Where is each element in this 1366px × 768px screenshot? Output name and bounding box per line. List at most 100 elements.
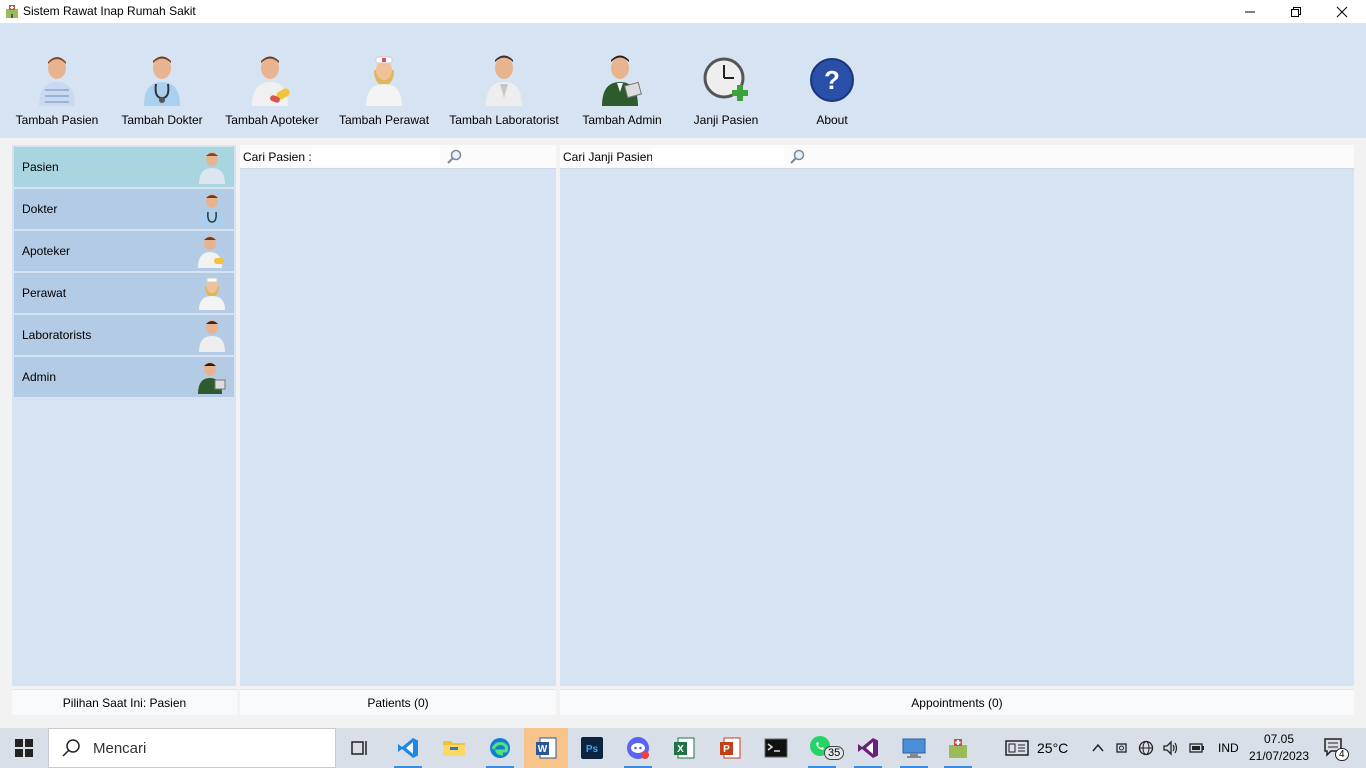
add-pharmacist-button[interactable]: Tambah Apoteker: [225, 53, 319, 133]
add-admin-label: Tambah Admin: [582, 113, 662, 127]
sidebar-item-perawat[interactable]: Perawat: [14, 273, 234, 313]
category-sidebar: Pasien Dokter Apoteker Perawat Laborator…: [12, 145, 236, 686]
add-laboratorist-button[interactable]: Tambah Laboratorist: [449, 53, 559, 133]
nurse-icon: [199, 277, 225, 310]
add-nurse-button[interactable]: Tambah Perawat: [339, 53, 429, 133]
appointment-search-input[interactable]: [652, 148, 784, 165]
windows-logo-icon: [15, 739, 33, 757]
laboratorist-icon: [199, 320, 225, 352]
taskbar-whatsapp[interactable]: 35: [800, 728, 845, 768]
sidebar-item-label: Perawat: [22, 286, 67, 300]
close-button[interactable]: [1319, 0, 1365, 23]
sidebar-item-label: Apoteker: [22, 244, 71, 258]
taskbar-file-explorer[interactable]: [432, 728, 476, 768]
restore-icon: [1291, 6, 1301, 17]
current-selection-status: Pilihan Saat Ini: Pasien: [12, 689, 237, 715]
powerpoint-icon: P: [720, 737, 741, 759]
vscode-icon: [398, 738, 418, 758]
sidebar-item-admin[interactable]: Admin: [14, 357, 234, 397]
restore-button[interactable]: [1273, 0, 1319, 23]
nurse-icon: [359, 53, 409, 107]
search-icon[interactable]: [446, 149, 462, 165]
pharmacist-icon: [247, 53, 297, 107]
sidebar-item-label: Dokter: [22, 202, 58, 216]
visual-studio-icon: [858, 738, 878, 758]
add-admin-button[interactable]: Tambah Admin: [582, 53, 662, 133]
svg-text:X: X: [677, 744, 684, 755]
taskbar-search-box[interactable]: Mencari: [48, 728, 336, 768]
notification-center-button[interactable]: 4: [1322, 728, 1349, 768]
search-icon: [62, 739, 80, 757]
input-language[interactable]: IND: [1218, 741, 1239, 755]
taskbar-vscode[interactable]: [386, 728, 430, 768]
taskbar-terminal[interactable]: [754, 728, 798, 768]
patient-search-label: Cari Pasien :: [243, 150, 312, 164]
doctor-icon: [199, 194, 225, 226]
window-title: Sistem Rawat Inap Rumah Sakit: [23, 4, 196, 18]
sidebar-item-apoteker[interactable]: Apoteker: [14, 231, 234, 271]
photoshop-icon: Ps: [581, 737, 603, 759]
patient-search-input[interactable]: [312, 148, 440, 165]
task-view-button[interactable]: [338, 728, 382, 768]
network-globe-icon[interactable]: [1138, 740, 1154, 756]
battery-icon[interactable]: [1188, 740, 1206, 756]
svg-text:?: ?: [824, 65, 840, 95]
patient-appointment-button[interactable]: Janji Pasien: [694, 53, 758, 133]
clock-time: 07.05: [1263, 732, 1295, 746]
taskbar-hospital-app[interactable]: [936, 728, 980, 768]
add-patient-button[interactable]: Tambah Pasien: [16, 53, 98, 133]
main-toolbar: Tambah Pasien Tambah Dokter Tambah Apote…: [0, 23, 1366, 138]
add-patient-label: Tambah Pasien: [15, 113, 99, 127]
word-icon: W: [536, 737, 557, 759]
patients-count-status: Patients (0): [240, 689, 556, 715]
chevron-up-icon[interactable]: [1090, 740, 1106, 756]
edge-icon: [490, 738, 510, 758]
sidebar-item-dokter[interactable]: Dokter: [14, 189, 234, 229]
svg-text:Ps: Ps: [586, 744, 599, 755]
taskbar-visual-studio[interactable]: [846, 728, 890, 768]
excel-icon: X: [674, 737, 695, 759]
camera-icon[interactable]: [1114, 740, 1130, 756]
admin-icon: [198, 362, 226, 394]
pharmacist-icon: [198, 236, 224, 268]
appointment-search-bar: Cari Janji Pasien:: [560, 145, 1354, 169]
add-nurse-label: Tambah Perawat: [338, 113, 430, 127]
taskbar-discord[interactable]: [616, 728, 660, 768]
sidebar-item-pasien[interactable]: Pasien: [14, 147, 234, 187]
close-icon: [1336, 6, 1348, 17]
windows-taskbar: Mencari W Ps X P 35 25°C IND 07.05 21/07…: [0, 728, 1366, 768]
whatsapp-badge: 35: [824, 746, 845, 760]
taskbar-powerpoint[interactable]: P: [708, 728, 752, 768]
taskbar-excel[interactable]: X: [662, 728, 706, 768]
taskbar-photoshop[interactable]: Ps: [570, 728, 614, 768]
taskbar-search-placeholder: Mencari: [93, 739, 147, 757]
appointments-count-status: Appointments (0): [560, 689, 1354, 715]
patients-panel: Cari Pasien :: [240, 145, 556, 686]
taskbar-word[interactable]: W: [524, 728, 568, 768]
add-doctor-button[interactable]: Tambah Dokter: [121, 53, 203, 133]
patient-search-bar: Cari Pasien :: [240, 145, 556, 169]
help-icon: ?: [807, 53, 857, 107]
weather-widget[interactable]: 25°C: [1005, 728, 1068, 768]
add-pharmacist-label: Tambah Apoteker: [225, 113, 319, 127]
clock-add-icon: [701, 53, 751, 107]
volume-icon[interactable]: [1162, 740, 1180, 756]
minimize-button[interactable]: [1227, 0, 1273, 23]
sidebar-item-label: Admin: [22, 370, 57, 384]
remote-desktop-icon: [902, 738, 926, 758]
hospital-icon: [6, 5, 18, 18]
taskbar-edge[interactable]: [478, 728, 522, 768]
taskbar-remote-desktop[interactable]: [892, 728, 936, 768]
folder-icon: [443, 741, 465, 756]
clock-date: 21/07/2023: [1248, 749, 1310, 763]
taskbar-clock[interactable]: 07.05 21/07/2023: [1244, 731, 1314, 765]
hospital-icon: [949, 739, 967, 758]
start-button[interactable]: [0, 728, 48, 768]
sidebar-item-laboratorists[interactable]: Laboratorists: [14, 315, 234, 355]
appointment-search-label: Cari Janji Pasien:: [563, 150, 657, 164]
patient-icon: [199, 152, 225, 184]
search-icon[interactable]: [789, 149, 805, 165]
main-area: Pasien Dokter Apoteker Perawat Laborator…: [0, 138, 1366, 728]
add-laboratorist-label: Tambah Laboratorist: [449, 113, 559, 127]
about-button[interactable]: ? About: [810, 53, 854, 133]
